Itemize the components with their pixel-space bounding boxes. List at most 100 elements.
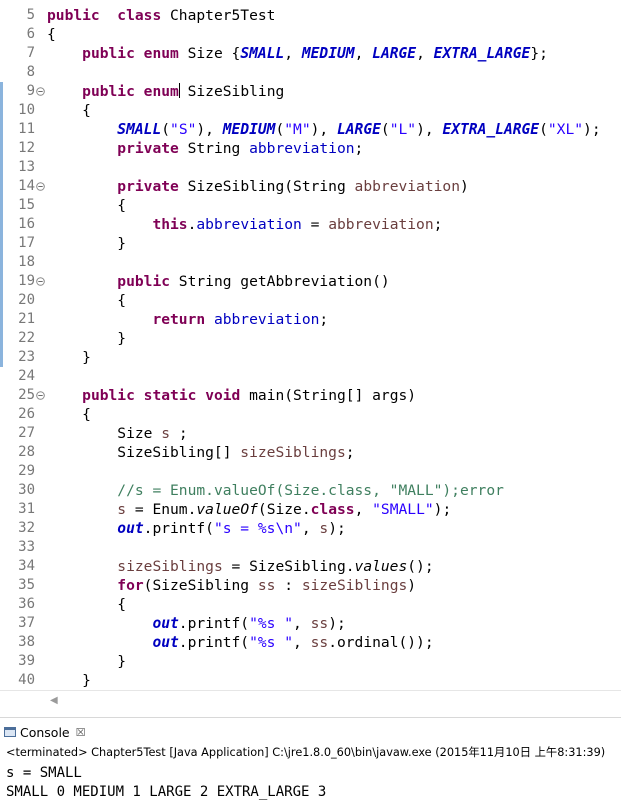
code-token: = SizeSibling. <box>222 558 355 575</box>
code-text: { <box>47 291 126 310</box>
line-number: 19 <box>18 273 35 289</box>
code-text: public enum SizeSibling <box>47 82 284 101</box>
line-number: 36 <box>18 596 35 612</box>
string-token: "%s " <box>249 615 294 632</box>
code-text: return abbreviation; <box>47 310 328 329</box>
code-line: 18 <box>0 253 621 272</box>
line-number: 39 <box>18 653 35 669</box>
variable-token: s <box>319 520 329 537</box>
code-token: .printf( <box>178 615 250 632</box>
code-line: 15 { <box>0 196 621 215</box>
console-icon <box>4 727 16 737</box>
code-line: 31 s = Enum.valueOf(Size.class, "SMALL")… <box>0 500 621 519</box>
code-token: ), <box>310 121 337 138</box>
field-token: SMALL <box>117 121 162 138</box>
code-token: (); <box>407 558 434 575</box>
code-text: this.abbreviation = abbreviation; <box>47 215 442 234</box>
field-token: EXTRA_LARGE <box>442 121 540 138</box>
code-line: 6{ <box>0 25 621 44</box>
line-number: 8 <box>26 64 35 80</box>
fold-collapse-icon[interactable] <box>36 182 45 191</box>
fold-collapse-icon[interactable] <box>36 87 45 96</box>
code-token: , <box>293 634 311 651</box>
code-token: ); <box>328 520 346 537</box>
code-line: 7 public enum Size {SMALL, MEDIUM, LARGE… <box>0 44 621 63</box>
code-text: for(SizeSibling ss : sizeSiblings) <box>47 576 416 595</box>
scroll-left-icon[interactable]: ◀ <box>50 695 58 706</box>
code-token: { <box>47 102 91 119</box>
line-number: 18 <box>18 254 35 270</box>
line-number: 17 <box>18 235 35 251</box>
tab-console[interactable]: Console ☒ <box>4 720 86 744</box>
code-line: 25 public static void main(String[] args… <box>0 386 621 405</box>
variable-token: s <box>117 501 127 518</box>
keyword-token: for <box>117 577 144 594</box>
field-token: abbreviation <box>213 311 320 328</box>
code-token: String <box>178 140 250 157</box>
code-text: out.printf("%s ", ss); <box>47 614 345 633</box>
code-token: values <box>354 558 408 575</box>
code-token: = <box>301 216 329 233</box>
code-editor[interactable]: 5 public class Chapter5Test 6{7 public enu… <box>0 0 621 690</box>
code-token: ; <box>354 140 364 157</box>
field-token: SMALL <box>240 45 285 62</box>
code-token: ; <box>433 216 443 233</box>
code-line: 24 <box>0 367 621 386</box>
line-number: 32 <box>18 520 35 536</box>
line-number: 22 <box>18 330 35 346</box>
field-token: out <box>117 520 144 537</box>
code-token: { <box>47 26 56 43</box>
code-token: .printf( <box>178 634 250 651</box>
variable-token: abbreviation <box>354 178 460 195</box>
line-number: 25 <box>18 387 35 403</box>
string-token: "M" <box>284 121 311 138</box>
string-token: "L" <box>389 121 417 138</box>
code-line: 5 public class Chapter5Test <box>0 6 621 25</box>
console-output-line: s = SMALL <box>6 765 82 781</box>
line-number: 33 <box>18 539 35 555</box>
console-tab-label: Console <box>20 724 70 740</box>
field-token: abbreviation <box>249 140 355 157</box>
console-output-line: SMALL 0 MEDIUM 1 LARGE 2 EXTRA_LARGE 3 <box>6 784 327 800</box>
line-number: 37 <box>18 615 35 631</box>
fold-collapse-icon[interactable] <box>36 277 45 286</box>
string-token: "SMALL" <box>372 501 434 518</box>
variable-token: s <box>161 425 171 442</box>
code-text: { <box>47 25 56 44</box>
close-icon[interactable]: ☒ <box>76 726 86 739</box>
code-line: 33 <box>0 538 621 557</box>
code-line: 12 private String abbreviation; <box>0 139 621 158</box>
code-line: 35 for(SizeSibling ss : sizeSiblings) <box>0 576 621 595</box>
code-token: ( <box>539 121 548 138</box>
code-line: 14 private SizeSibling(String abbreviati… <box>0 177 621 196</box>
horizontal-scrollbar[interactable]: ◀ <box>0 690 621 711</box>
code-token: ) <box>407 577 417 594</box>
code-line: 38 out.printf("%s ", ss.ordinal()); <box>0 633 621 652</box>
console-status-line: <terminated> Chapter5Test [Java Applicat… <box>6 746 606 759</box>
field-token: MEDIUM <box>301 45 355 62</box>
code-text: } <box>47 652 126 671</box>
fold-collapse-icon[interactable] <box>36 391 45 400</box>
code-token: ), <box>196 121 223 138</box>
line-number: 10 <box>18 102 35 118</box>
code-token: }; <box>530 45 548 62</box>
code-text: s = Enum.valueOf(Size.class, "SMALL"); <box>47 500 451 519</box>
string-token: "s = %s\n" <box>213 520 302 537</box>
variable-token: sizeSiblings <box>117 558 223 575</box>
variable-token: ss <box>310 615 329 632</box>
code-token: { <box>47 406 91 423</box>
code-token: ; <box>170 425 188 442</box>
line-number: 16 <box>18 216 35 232</box>
keyword-token: public <box>82 45 135 62</box>
code-line: 10 { <box>0 101 621 120</box>
code-text: } <box>47 671 91 690</box>
